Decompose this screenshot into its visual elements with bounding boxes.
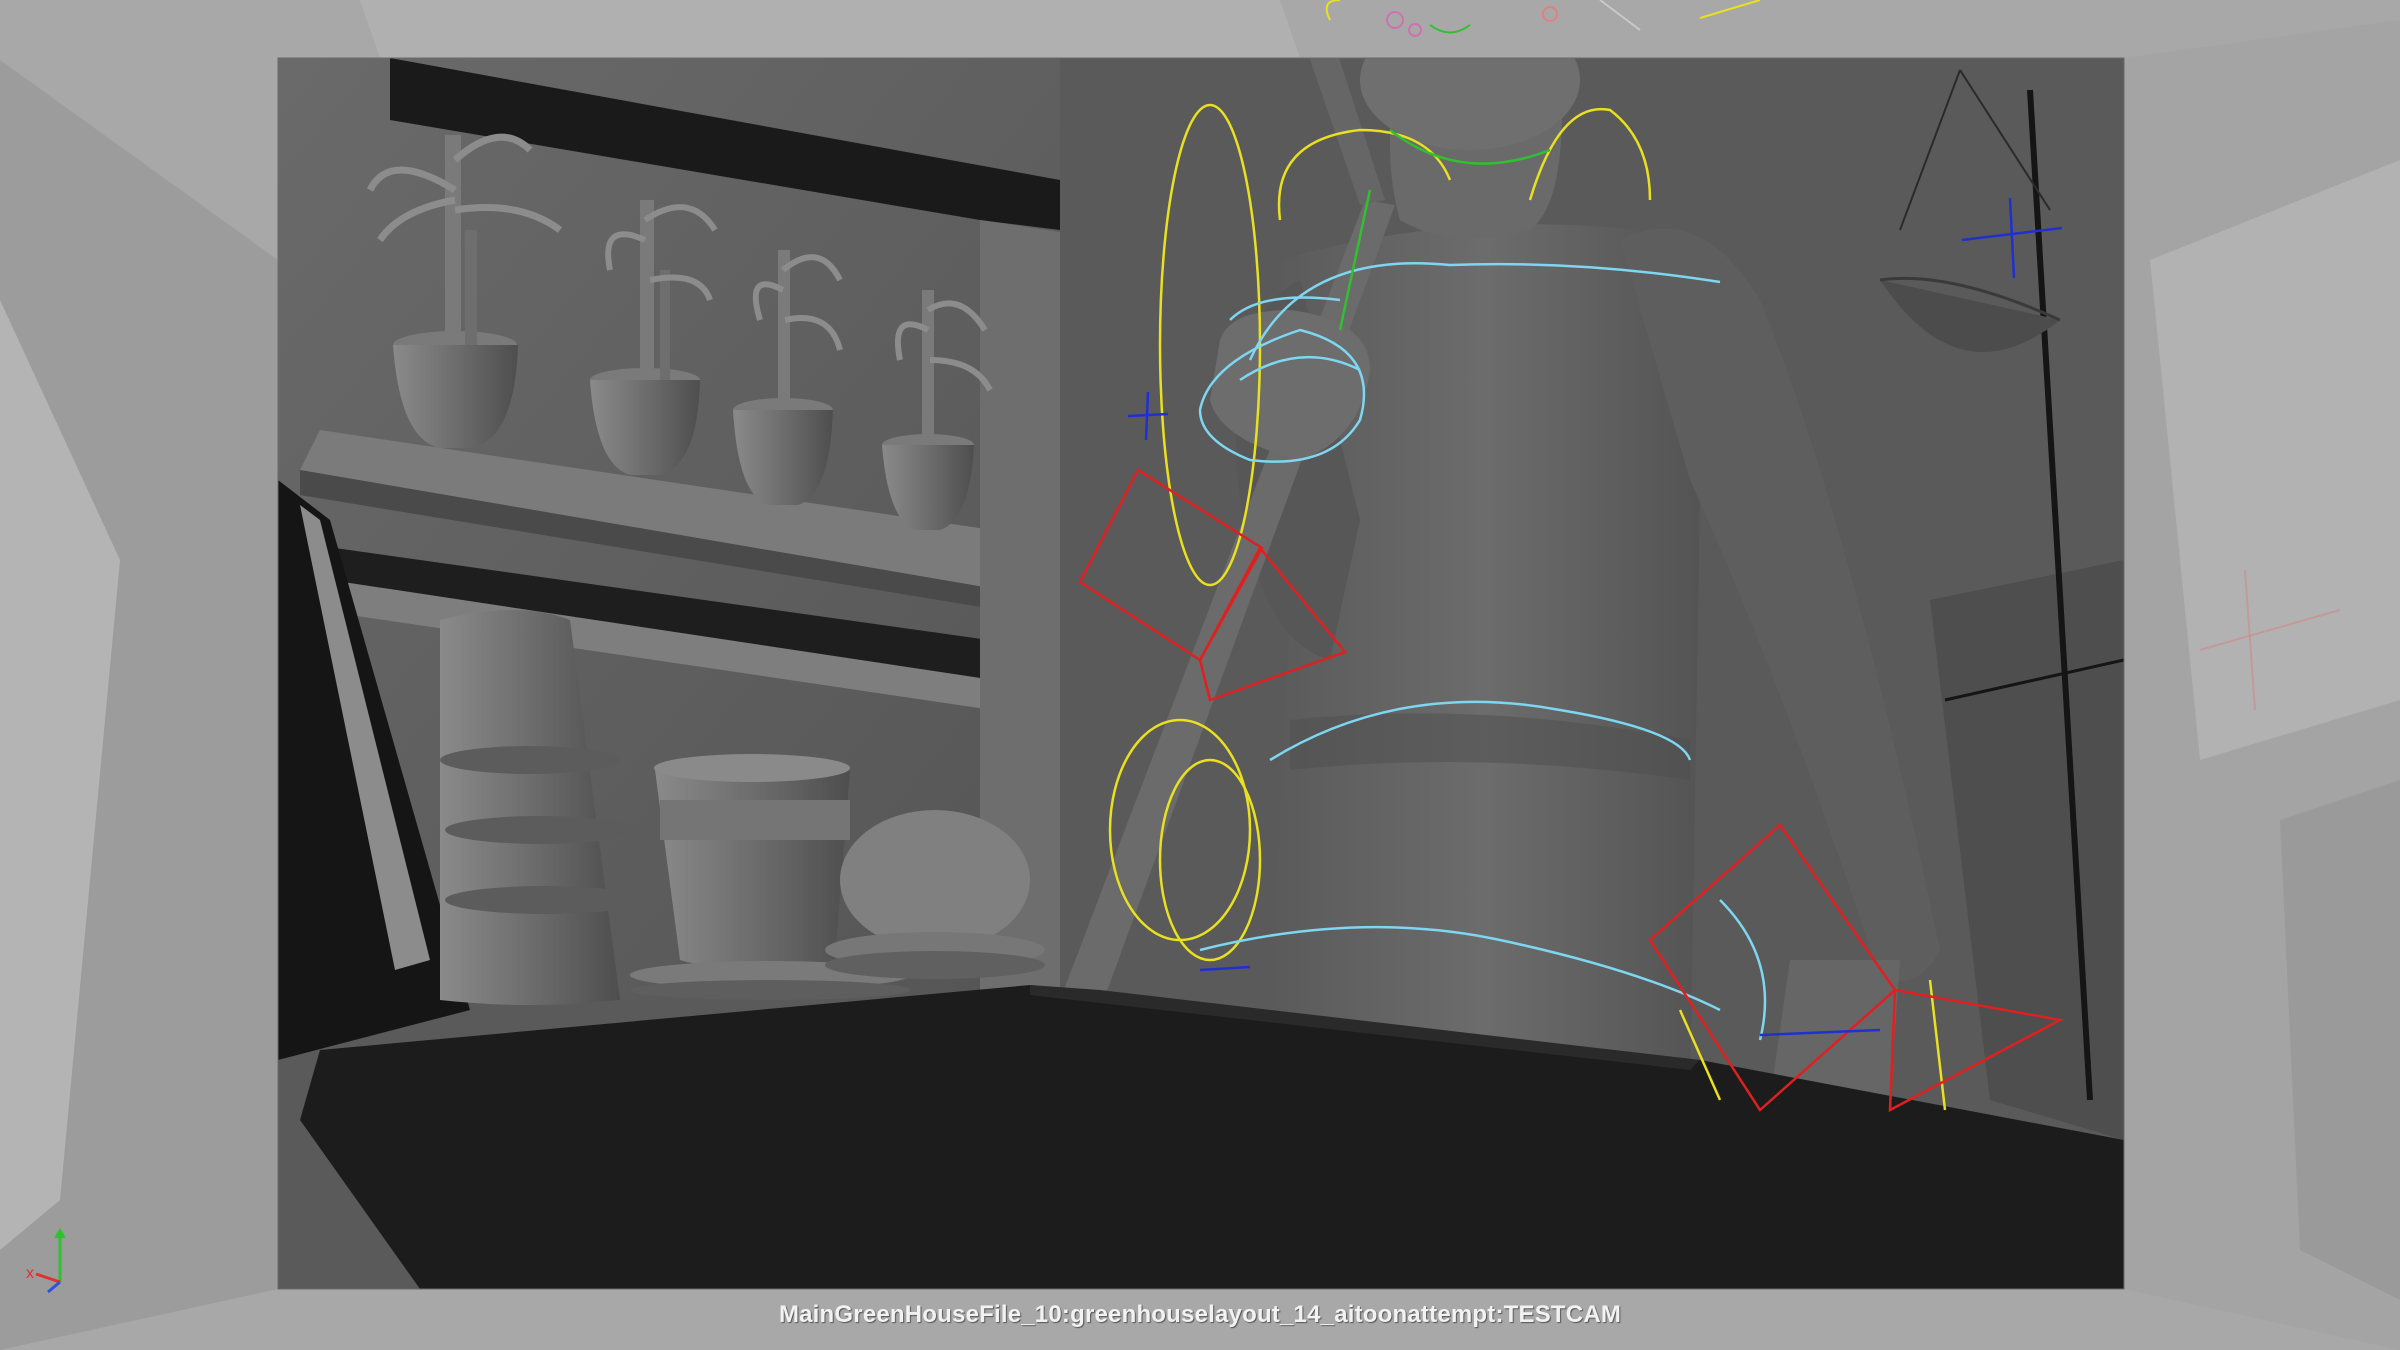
camera-name-label: MainGreenHouseFile_10:greenhouselayout_1… <box>778 1301 1622 1328</box>
camera-gate <box>278 58 2124 1289</box>
viewport-scene[interactable]: x <box>0 0 2400 1350</box>
axis-x-label: x <box>26 1265 34 1282</box>
maya-viewport[interactable]: x MainGreenHouseFile_10:greenhouselayout… <box>0 0 2400 1350</box>
